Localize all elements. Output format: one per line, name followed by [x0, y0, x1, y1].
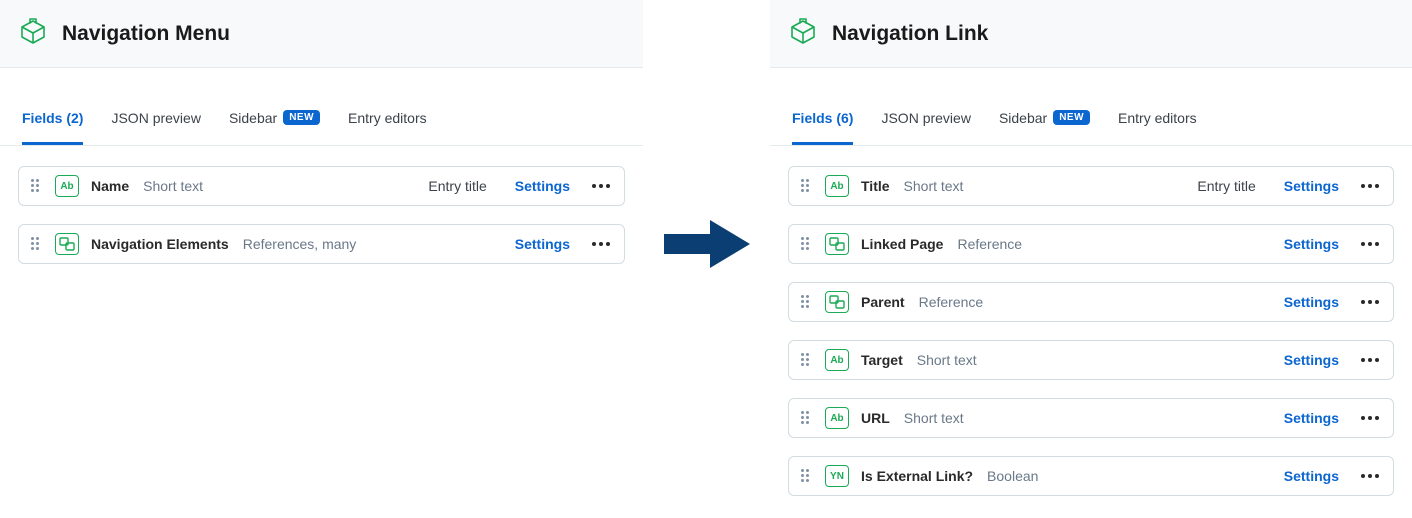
- new-badge: NEW: [283, 110, 320, 125]
- drag-handle-icon[interactable]: [31, 179, 43, 193]
- fields-list: Ab Name Short text Entry title Settings Navi…: [0, 146, 643, 284]
- settings-button[interactable]: Settings: [1284, 178, 1339, 194]
- more-actions-button[interactable]: [1359, 474, 1381, 478]
- drag-handle-icon[interactable]: [801, 179, 813, 193]
- more-actions-button[interactable]: [1359, 358, 1381, 362]
- field-type: Short text: [143, 178, 203, 194]
- tab-json-preview[interactable]: JSON preview: [111, 90, 200, 145]
- field-type: Reference: [957, 236, 1022, 252]
- drag-handle-icon[interactable]: [801, 353, 813, 367]
- more-icon: [1361, 184, 1379, 188]
- fields-list: Ab Title Short text Entry title Settings Lin…: [770, 146, 1412, 516]
- tab-entry-editors[interactable]: Entry editors: [1118, 90, 1197, 145]
- field-name: URL: [861, 410, 890, 426]
- reference-field-icon: [825, 291, 849, 313]
- more-icon: [1361, 474, 1379, 478]
- field-type: Short text: [917, 352, 977, 368]
- field-row[interactable]: Navigation Elements References, many Setti…: [18, 224, 625, 264]
- settings-button[interactable]: Settings: [1284, 468, 1339, 484]
- field-type: References, many: [243, 236, 357, 252]
- more-actions-button[interactable]: [1359, 300, 1381, 304]
- entry-title-label: Entry title: [1197, 178, 1255, 194]
- settings-button[interactable]: Settings: [515, 236, 570, 252]
- field-name: Is External Link?: [861, 468, 973, 484]
- settings-button[interactable]: Settings: [1284, 236, 1339, 252]
- panel-navigation-link: Navigation Link Fields (6) JSON preview …: [770, 0, 1412, 516]
- field-name: Target: [861, 352, 903, 368]
- reference-field-icon: [825, 233, 849, 255]
- text-field-icon: Ab: [825, 407, 849, 429]
- tab-sidebar[interactable]: Sidebar NEW: [999, 90, 1090, 145]
- panel-navigation-menu: Navigation Menu Fields (2) JSON preview …: [0, 0, 643, 284]
- more-actions-button[interactable]: [1359, 184, 1381, 188]
- tab-sidebar[interactable]: Sidebar NEW: [229, 90, 320, 145]
- tab-entry-editors[interactable]: Entry editors: [348, 90, 427, 145]
- text-field-icon: Ab: [825, 349, 849, 371]
- field-row[interactable]: Ab Title Short text Entry title Settings: [788, 166, 1394, 206]
- more-actions-button[interactable]: [590, 242, 612, 246]
- content-type-icon: [788, 17, 818, 50]
- field-name: Linked Page: [861, 236, 943, 252]
- more-actions-button[interactable]: [1359, 242, 1381, 246]
- field-row[interactable]: Parent Reference Settings: [788, 282, 1394, 322]
- drag-handle-icon[interactable]: [801, 295, 813, 309]
- field-name: Title: [861, 178, 890, 194]
- content-type-icon: [18, 17, 48, 50]
- field-row[interactable]: Linked Page Reference Settings: [788, 224, 1394, 264]
- header: Navigation Link: [770, 0, 1412, 68]
- field-type: Short text: [904, 178, 964, 194]
- header: Navigation Menu: [0, 0, 643, 68]
- reference-field-icon: [55, 233, 79, 255]
- new-badge: NEW: [1053, 110, 1090, 125]
- arrow-right-icon: [662, 218, 752, 270]
- field-name: Name: [91, 178, 129, 194]
- tab-sidebar-label: Sidebar: [999, 110, 1047, 126]
- more-icon: [1361, 416, 1379, 420]
- drag-handle-icon[interactable]: [801, 237, 813, 251]
- tabs: Fields (2) JSON preview Sidebar NEW Entr…: [0, 90, 643, 146]
- field-type: Short text: [904, 410, 964, 426]
- settings-button[interactable]: Settings: [1284, 410, 1339, 426]
- more-icon: [1361, 242, 1379, 246]
- more-icon: [1361, 358, 1379, 362]
- more-actions-button[interactable]: [590, 184, 612, 188]
- field-row[interactable]: YN Is External Link? Boolean Settings: [788, 456, 1394, 496]
- tab-json-preview[interactable]: JSON preview: [881, 90, 970, 145]
- settings-button[interactable]: Settings: [1284, 352, 1339, 368]
- text-field-icon: Ab: [825, 175, 849, 197]
- drag-handle-icon[interactable]: [31, 237, 43, 251]
- field-type: Reference: [919, 294, 984, 310]
- field-type: Boolean: [987, 468, 1038, 484]
- more-icon: [1361, 300, 1379, 304]
- more-icon: [592, 242, 610, 246]
- settings-button[interactable]: Settings: [515, 178, 570, 194]
- field-name: Navigation Elements: [91, 236, 229, 252]
- more-icon: [592, 184, 610, 188]
- page-title: Navigation Link: [832, 22, 988, 46]
- drag-handle-icon[interactable]: [801, 469, 813, 483]
- more-actions-button[interactable]: [1359, 416, 1381, 420]
- text-field-icon: Ab: [55, 175, 79, 197]
- arrow-gap: [643, 0, 770, 270]
- tab-sidebar-label: Sidebar: [229, 110, 277, 126]
- field-row[interactable]: Ab Target Short text Settings: [788, 340, 1394, 380]
- field-row[interactable]: Ab URL Short text Settings: [788, 398, 1394, 438]
- boolean-field-icon: YN: [825, 465, 849, 487]
- tab-fields[interactable]: Fields (2): [22, 90, 83, 145]
- tab-fields[interactable]: Fields (6): [792, 90, 853, 145]
- drag-handle-icon[interactable]: [801, 411, 813, 425]
- field-row[interactable]: Ab Name Short text Entry title Settings: [18, 166, 625, 206]
- entry-title-label: Entry title: [428, 178, 486, 194]
- tabs: Fields (6) JSON preview Sidebar NEW Entr…: [770, 90, 1412, 146]
- field-name: Parent: [861, 294, 905, 310]
- settings-button[interactable]: Settings: [1284, 294, 1339, 310]
- page-title: Navigation Menu: [62, 22, 230, 46]
